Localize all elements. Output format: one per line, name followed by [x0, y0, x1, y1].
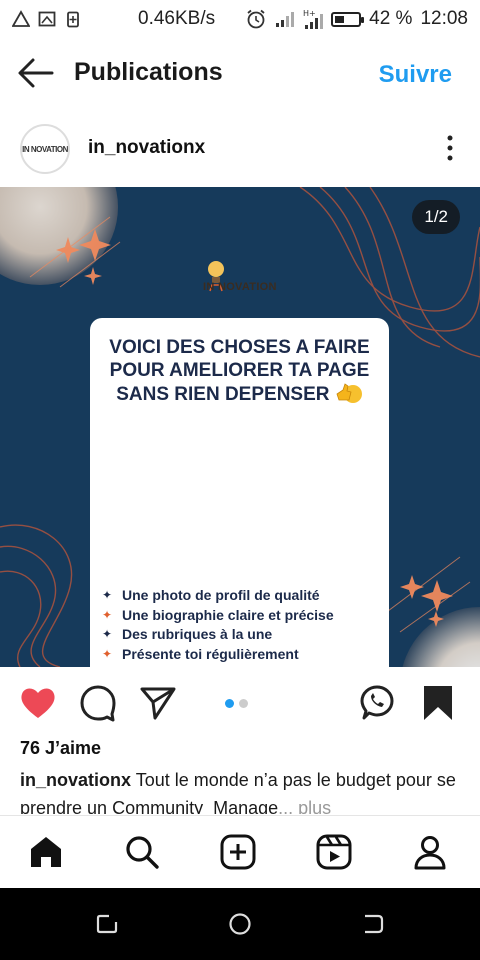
tips-list: ✦ Une photo de profil de qualité ✦ Une biog… [102, 586, 382, 667]
sparkle-bullet-icon: ✦ [102, 627, 113, 641]
search-icon[interactable] [124, 834, 160, 870]
tip-item: ✦ Des rubriques à la une [102, 625, 382, 645]
share-icon[interactable] [139, 684, 177, 722]
bottom-navigation [0, 815, 480, 888]
tip-item: ✦ Une biographie claire et précise [102, 606, 382, 626]
signal-icon [276, 12, 295, 27]
battery-saver-icon [67, 11, 79, 28]
svg-text:H+: H+ [303, 9, 316, 18]
tip-text: Une biographie claire et précise [122, 606, 334, 623]
status-bar: 0.46KB/s H+ 42 % 12:08 [0, 0, 480, 38]
home-icon[interactable] [28, 834, 64, 870]
alarm-icon [247, 9, 265, 29]
brand-name: IN NOVATION [203, 281, 277, 293]
card-title-text: VOICI DES CHOSES A FAIRE POUR AMELIORER … [109, 337, 370, 405]
carousel-dot-active [225, 699, 234, 708]
bookmark-icon[interactable] [419, 684, 457, 722]
caption-more-link[interactable]: ... plus [278, 798, 331, 814]
battery-icon [331, 11, 365, 27]
whatsapp-icon[interactable] [358, 684, 396, 722]
tip-item: ✦ Une photo de profil de qualité [102, 586, 382, 606]
clock: 12:08 [420, 8, 468, 29]
tip-text: Utilise les hashtags [122, 664, 253, 667]
post-actions [0, 680, 480, 730]
create-post-icon[interactable] [220, 834, 256, 870]
carousel-dot [239, 699, 248, 708]
likes-count[interactable]: 76 J’aime [20, 738, 101, 759]
tip-text: Une photo de profil de qualité [122, 587, 320, 603]
post-image[interactable]: 1/2 IN NOVATION VOICI DES CHOSES A FAIRE… [0, 187, 480, 667]
app-header: Publications Suivre [0, 44, 480, 104]
tip-item: ✦Utilise les hashtags [102, 664, 382, 667]
post-caption[interactable]: in_novationx Tout le monde n’a pas le bu… [20, 766, 460, 814]
wifi-signal-icon: H+ [303, 9, 324, 29]
sparkle-bullet-icon: ✦ [102, 607, 113, 622]
slide-counter: 1/2 [412, 200, 460, 234]
avatar[interactable]: IN NOVATION [20, 124, 70, 174]
network-speed: 0.46KB/s [138, 8, 216, 29]
screen-cast-icon [38, 11, 56, 27]
post-username[interactable]: in_novationx [88, 137, 205, 159]
system-navigation-bar [0, 888, 480, 960]
thumbs-up-emoji-icon [336, 383, 362, 403]
lightbulb-logo-icon [208, 261, 224, 292]
more-options-icon[interactable] [444, 134, 456, 162]
reels-icon[interactable] [316, 834, 352, 870]
sparkle-bullet-icon: ✦ [102, 646, 113, 661]
battery-percent: 42 % [369, 8, 413, 29]
profile-icon[interactable] [412, 834, 448, 870]
sparkle-bullet-icon: ✦ [102, 664, 122, 667]
heart-icon[interactable] [19, 684, 57, 722]
carousel-indicator [225, 699, 248, 708]
back-arrow-icon[interactable] [16, 56, 56, 90]
post-header: IN NOVATION in_novationx [0, 118, 480, 180]
tip-text: Des rubriques à la une [122, 626, 273, 642]
caption-username[interactable]: in_novationx [20, 770, 131, 790]
home-button-icon[interactable] [228, 912, 252, 936]
comment-icon[interactable] [79, 684, 117, 722]
back-button-icon[interactable] [361, 912, 385, 936]
tip-text: Présente toi régulièrement [122, 645, 299, 662]
avatar-logo-text: IN NOVATION [22, 144, 68, 154]
follow-button[interactable]: Suivre [379, 61, 452, 89]
tip-item: ✦ Présente toi régulièrement [102, 645, 382, 665]
warning-icon [12, 10, 30, 27]
tips-card: VOICI DES CHOSES A FAIRE POUR AMELIORER … [90, 318, 389, 667]
card-title: VOICI DES CHOSES A FAIRE POUR AMELIORER … [90, 336, 389, 406]
sparkle-bullet-icon: ✦ [102, 588, 113, 602]
page-title: Publications [74, 58, 223, 86]
recent-apps-icon[interactable] [95, 912, 119, 936]
